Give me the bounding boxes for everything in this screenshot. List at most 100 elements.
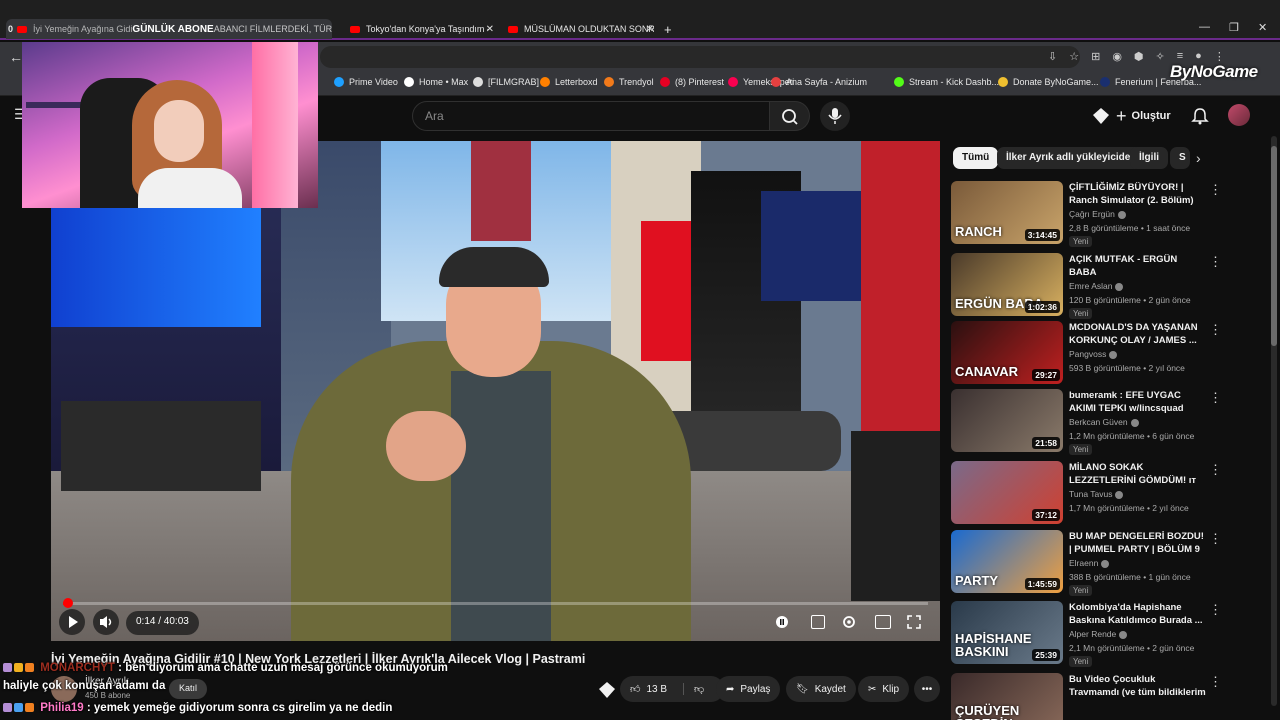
more-options-icon[interactable]: ⋮ bbox=[1209, 463, 1222, 476]
chip-uploader[interactable]: İlker Ayrık adlı yükleyiciden bbox=[997, 147, 1146, 169]
tab-musluman[interactable]: MÜSLÜMAN OLDUKTAN SONR ✕ bbox=[508, 19, 654, 39]
like-dislike-group: 👍︎ 13 B 👎︎ bbox=[620, 676, 724, 702]
subtitles-icon[interactable] bbox=[811, 615, 825, 629]
video-thumbnail[interactable]: HAPİSHANE BASKINI 25:39 bbox=[951, 601, 1063, 664]
chip-more[interactable]: S bbox=[1170, 147, 1190, 169]
premium-diamond-icon[interactable] bbox=[1092, 107, 1110, 125]
video-title[interactable]: MCDONALD'S DA YAŞANAN KORKUNÇ OLAY / JAM… bbox=[1069, 321, 1207, 347]
notifications-bell-icon[interactable] bbox=[1190, 106, 1210, 126]
bookmark-item[interactable]: Home • Max bbox=[404, 77, 468, 87]
install-icon[interactable]: ⇩ bbox=[1048, 50, 1057, 63]
progress-bar[interactable] bbox=[63, 598, 928, 608]
translate-icon[interactable]: ⊞ bbox=[1091, 50, 1100, 63]
bookmark-star-icon[interactable]: ☆ bbox=[1069, 50, 1079, 63]
video-thumbnail[interactable]: 37:12 bbox=[951, 461, 1063, 524]
clip-button[interactable]: ✂ Klip bbox=[858, 676, 910, 702]
video-thumbnail[interactable]: ERGÜN BABA 1:02:36 bbox=[951, 253, 1063, 316]
search-input[interactable]: Ara bbox=[412, 101, 770, 131]
maximize-icon[interactable]: ❐ bbox=[1229, 21, 1239, 34]
channel-name[interactable]: Çağrı Ergün bbox=[1069, 209, 1126, 219]
video-title[interactable]: bumeramk : EFE UYGAC AKIMI TEPKI w/lincs… bbox=[1069, 389, 1207, 415]
more-options-icon[interactable]: ⋮ bbox=[1209, 603, 1222, 616]
miniplayer-icon[interactable] bbox=[875, 615, 891, 629]
bookmark-item[interactable]: [FILMGRAB] bbox=[473, 77, 539, 87]
minimize-icon[interactable]: — bbox=[1199, 21, 1210, 33]
video-player[interactable]: 0:14 / 40:03 bbox=[51, 141, 940, 641]
chip-related[interactable]: İlgili bbox=[1130, 147, 1168, 169]
channel-name[interactable]: Pangvoss bbox=[1069, 349, 1118, 359]
search-button[interactable] bbox=[770, 101, 810, 131]
video-thumbnail[interactable]: CANAVAR 29:27 bbox=[951, 321, 1063, 384]
create-button[interactable]: + Oluştur bbox=[1116, 103, 1171, 129]
video-thumbnail[interactable]: RANCH 3:14:45 bbox=[951, 181, 1063, 244]
video-title[interactable]: Bu Video Çocukluk Travmamdı (ve tüm bild… bbox=[1069, 673, 1207, 699]
video-thumbnail[interactable]: ÇURÜYEN CESEDİN bbox=[951, 673, 1063, 720]
bookmark-item[interactable]: Ana Sayfa - Anizium bbox=[771, 77, 867, 87]
video-thumbnail[interactable]: PARTY 1:45:59 bbox=[951, 530, 1063, 593]
scrollbar-thumb[interactable] bbox=[1271, 146, 1277, 346]
progress-scrubber[interactable] bbox=[63, 598, 73, 608]
autoplay-toggle[interactable] bbox=[769, 609, 795, 635]
more-options-icon[interactable]: ⋮ bbox=[1209, 323, 1222, 336]
account-avatar[interactable] bbox=[1228, 104, 1250, 126]
play-button[interactable] bbox=[59, 609, 85, 635]
close-tab-icon[interactable]: ✕ bbox=[486, 24, 494, 35]
channel-name[interactable]: Tuna Tavus bbox=[1069, 489, 1124, 499]
chevron-right-icon[interactable]: › bbox=[1196, 150, 1201, 166]
join-button[interactable]: Katıl bbox=[169, 679, 208, 699]
more-options-icon[interactable]: ⋮ bbox=[1209, 391, 1222, 404]
more-actions-button[interactable]: ••• bbox=[914, 676, 940, 702]
fullscreen-icon[interactable] bbox=[907, 615, 921, 629]
video-title[interactable]: ÇİFTLİĞİMİZ BÜYÜYOR! | Ranch Simulator (… bbox=[1069, 181, 1207, 207]
more-options-icon[interactable]: ⋮ bbox=[1209, 255, 1222, 268]
bookmark-item[interactable]: (8) Pinterest bbox=[660, 77, 724, 87]
tab-tokyo[interactable]: Tokyo'dan Konya'ya Taşındım - ✕ bbox=[350, 19, 494, 39]
bookmark-item[interactable]: Letterboxd bbox=[540, 77, 598, 87]
like-count[interactable]: 13 B bbox=[646, 684, 667, 695]
save-button[interactable]: 🔖︎ Kaydet bbox=[786, 676, 856, 702]
close-window-icon[interactable]: ✕ bbox=[1258, 21, 1267, 34]
recommended-video[interactable]: PARTY 1:45:59 BU MAP DENGELERİ BOZDU! | PU… bbox=[951, 530, 1276, 596]
share-button[interactable]: ➦ Paylaş bbox=[716, 676, 781, 702]
video-title[interactable]: BU MAP DENGELERİ BOZDU! | PUMMEL PARTY |… bbox=[1069, 530, 1207, 556]
recommended-video[interactable]: 37:12 MİLANO SOKAK LEZZETLERİNİ GÖMDÜM! ı… bbox=[951, 461, 1276, 525]
streamer-top bbox=[138, 168, 242, 208]
channel-name[interactable]: Emre Aslan bbox=[1069, 281, 1124, 291]
extension-icon[interactable]: ◉ bbox=[1112, 50, 1122, 63]
scrollbar[interactable] bbox=[1271, 136, 1277, 706]
premium-diamond-icon[interactable] bbox=[598, 681, 616, 699]
puzzle-icon[interactable]: ✧ bbox=[1156, 50, 1165, 63]
channel-name[interactable]: Elraenn bbox=[1069, 558, 1110, 568]
recommended-video[interactable]: CANAVAR 29:27 MCDONALD'S DA YAŞANAN KORKUN… bbox=[951, 321, 1276, 385]
thumbs-up-icon[interactable]: 👍︎ bbox=[630, 683, 640, 695]
adblock-icon[interactable]: ⬢ bbox=[1134, 50, 1144, 63]
tab-active[interactable]: 0 İyi Yemeğin Ayağına Gidi GÜNLÜK ABONE … bbox=[6, 19, 332, 39]
voice-search-button[interactable] bbox=[820, 101, 850, 131]
close-tab-icon[interactable]: ✕ bbox=[646, 24, 654, 35]
bookmark-item[interactable]: Prime Video bbox=[334, 77, 398, 87]
new-tab-button[interactable]: + bbox=[664, 19, 678, 39]
channel-name[interactable]: Alper Rende bbox=[1069, 629, 1128, 639]
recommended-video[interactable]: 21:58 bumeramk : EFE UYGAC AKIMI TEPKI w/… bbox=[951, 389, 1276, 455]
back-arrow-icon[interactable]: ← bbox=[9, 49, 23, 65]
video-thumbnail[interactable]: 21:58 bbox=[951, 389, 1063, 452]
more-options-icon[interactable]: ⋮ bbox=[1209, 532, 1222, 545]
address-bar[interactable] bbox=[320, 46, 1080, 68]
thumbs-down-icon[interactable]: 👎︎ bbox=[683, 683, 704, 695]
video-title[interactable]: AÇIK MUTFAK - ERGÜN BABA bbox=[1069, 253, 1207, 279]
recommended-video[interactable]: RANCH 3:14:45 ÇİFTLİĞİMİZ BÜYÜYOR! | Ranch… bbox=[951, 181, 1276, 247]
recommended-video[interactable]: HAPİSHANE BASKINI 25:39 Kolombiya'da Hapis… bbox=[951, 601, 1276, 667]
video-title[interactable]: MİLANO SOKAK LEZZETLERİNİ GÖMDÜM! ıт bbox=[1069, 461, 1207, 487]
recommended-video[interactable]: ERGÜN BABA 1:02:36 AÇIK MUTFAK - ERGÜN BAB… bbox=[951, 253, 1276, 319]
bookmark-item[interactable]: Stream - Kick Dashb... bbox=[894, 77, 999, 87]
chip-all[interactable]: Tümü bbox=[953, 147, 999, 169]
more-options-icon[interactable]: ⋮ bbox=[1209, 675, 1222, 688]
more-options-icon[interactable]: ⋮ bbox=[1209, 183, 1222, 196]
volume-button[interactable] bbox=[93, 609, 119, 635]
video-title[interactable]: Kolombiya'da Hapishane Baskına Katıldımc… bbox=[1069, 601, 1207, 627]
recommended-video[interactable]: ÇURÜYEN CESEDİN Bu Video Çocukluk Travmam… bbox=[951, 673, 1276, 720]
channel-name[interactable]: Berkcan Güven bbox=[1069, 417, 1139, 427]
bookmark-item[interactable]: Trendyol bbox=[604, 77, 654, 87]
bookmark-item[interactable]: Donate ByNoGame... bbox=[998, 77, 1099, 87]
settings-gear-icon[interactable] bbox=[841, 614, 857, 630]
